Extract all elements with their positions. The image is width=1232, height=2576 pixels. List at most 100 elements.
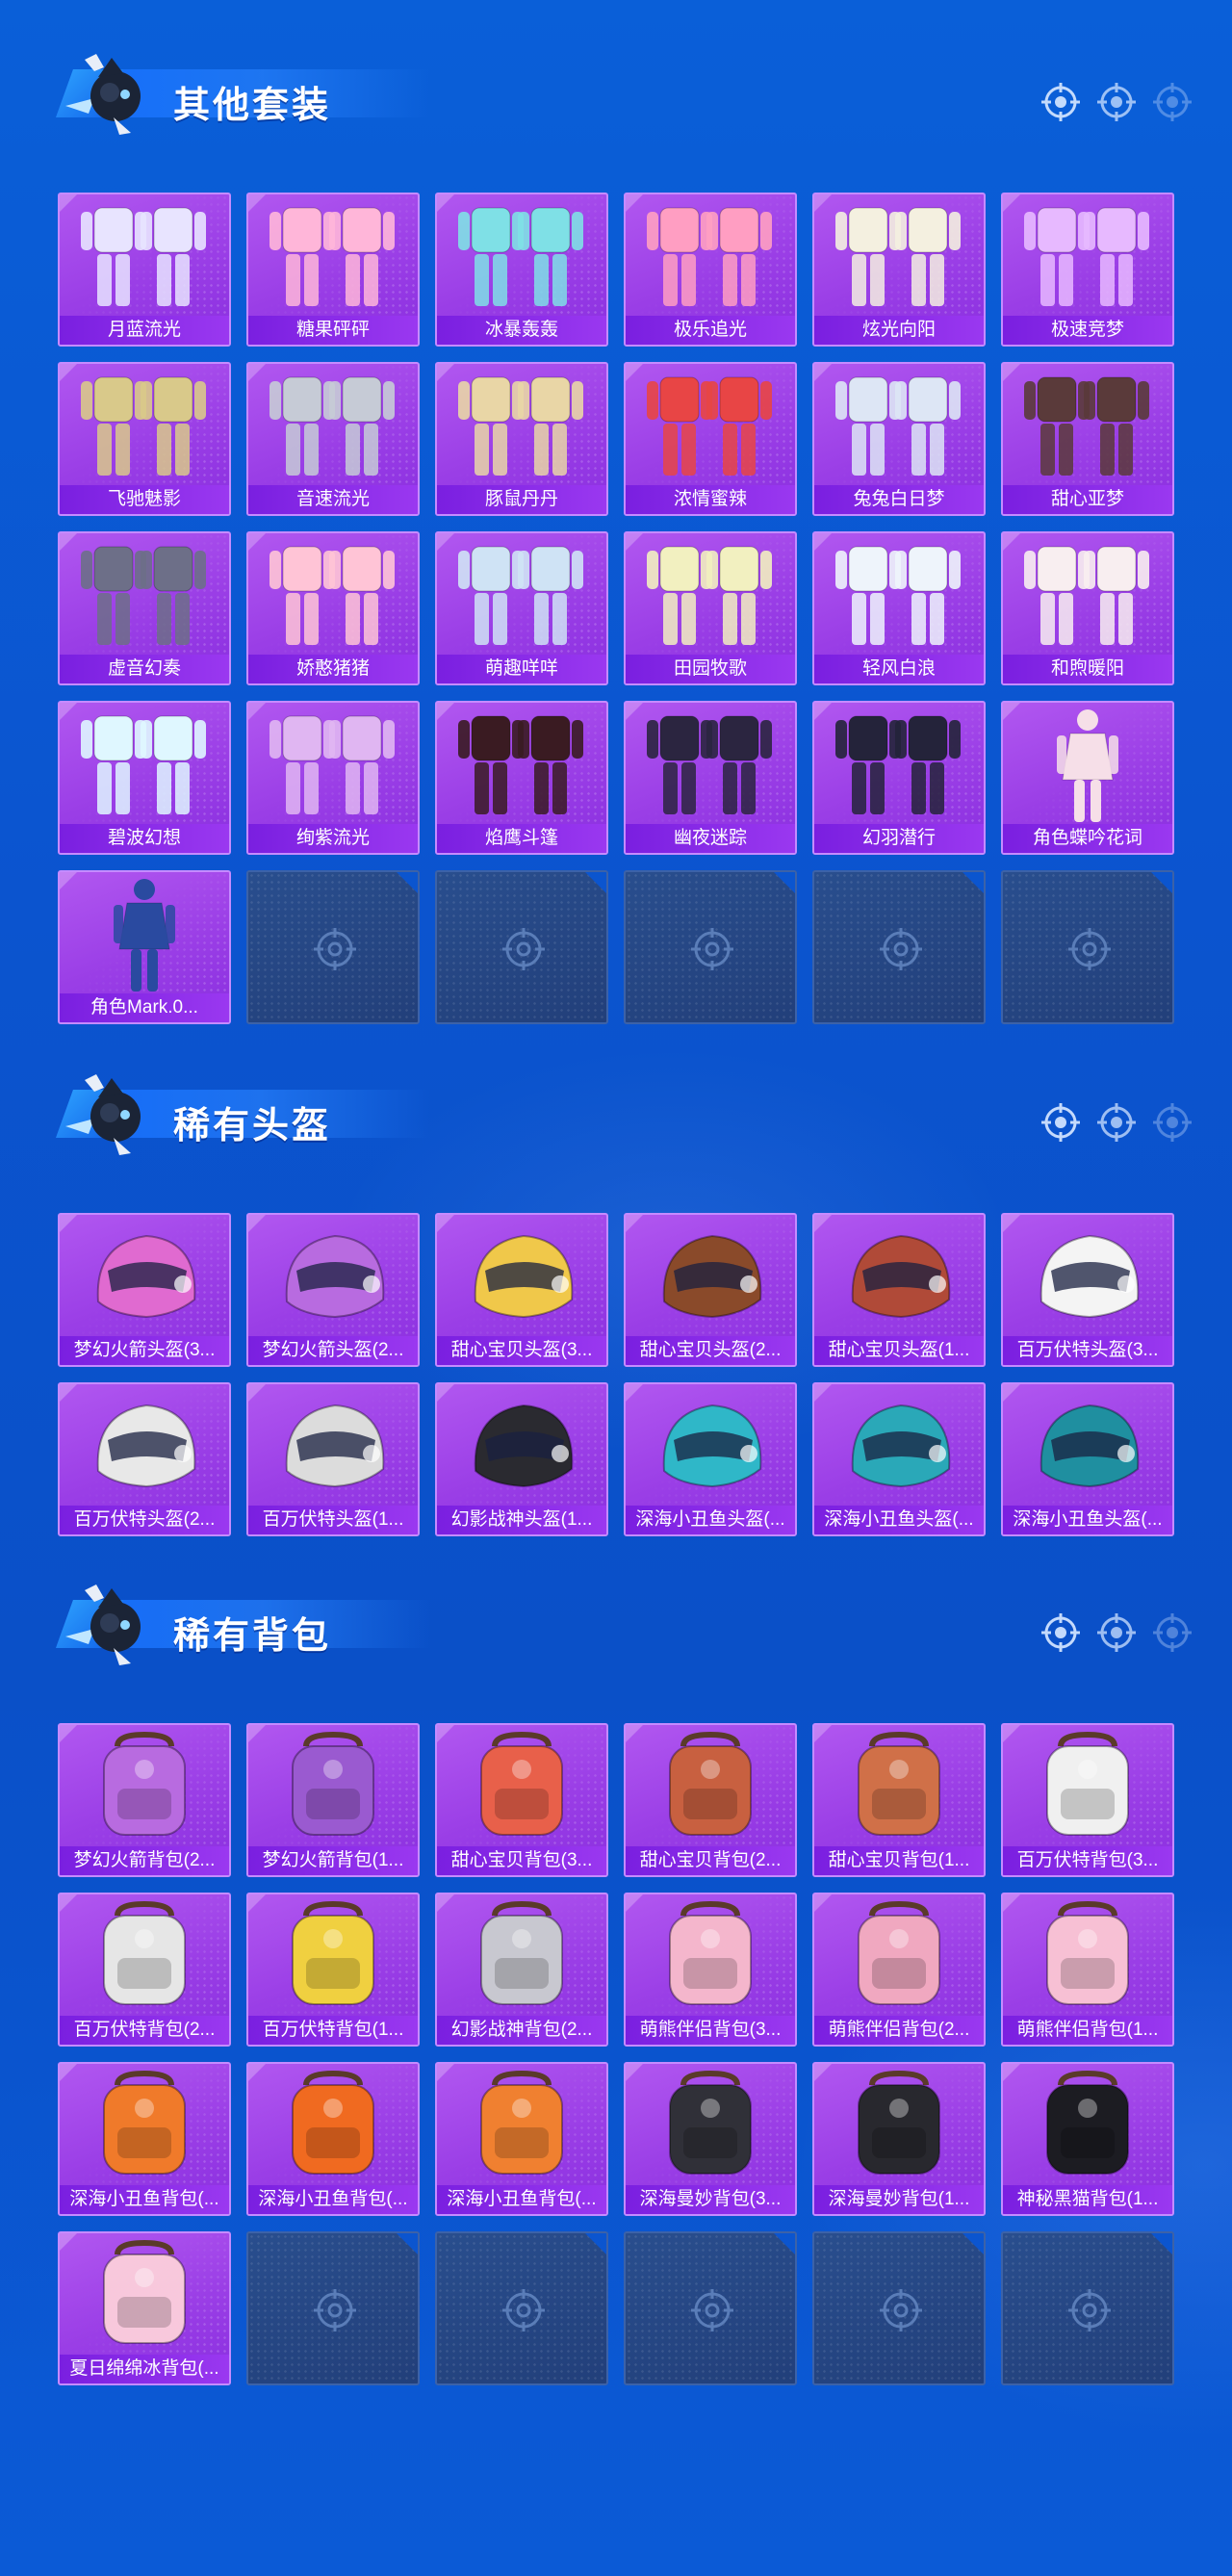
item-card[interactable]: 幻影战神头盔(1... (435, 1382, 608, 1536)
helmet-icon (437, 1215, 606, 1336)
item-card[interactable]: 梦幻火箭头盔(3... (58, 1213, 231, 1367)
item-card[interactable]: 碧波幻想 (58, 701, 231, 855)
item-label: 深海小丑鱼背包(... (60, 2185, 229, 2214)
outfit-icon (248, 364, 418, 485)
helmet-icon (626, 1384, 795, 1506)
item-card[interactable]: 深海小丑鱼头盔(... (812, 1382, 986, 1536)
item-card[interactable]: 神秘黑猫背包(1... (1001, 2062, 1174, 2216)
item-label: 萌趣咩咩 (437, 655, 606, 683)
outfit-icon (814, 533, 984, 655)
item-card[interactable]: 百万伏特头盔(3... (1001, 1213, 1174, 1367)
item-card[interactable]: 深海曼妙背包(3... (624, 2062, 797, 2216)
item-card[interactable]: 田园牧歌 (624, 531, 797, 685)
slot-corner (585, 2233, 606, 2254)
item-card[interactable]: 萌熊伴侣背包(1... (1001, 1893, 1174, 2047)
item-card[interactable]: 梦幻火箭背包(2... (58, 1723, 231, 1877)
item-card[interactable]: 深海小丑鱼头盔(... (1001, 1382, 1174, 1536)
item-label: 焰鹰斗篷 (437, 824, 606, 853)
character-icon (1003, 703, 1172, 824)
slot-corner (1151, 872, 1172, 893)
backpack-icon (814, 2064, 984, 2185)
item-label: 梦幻火箭头盔(3... (60, 1336, 229, 1365)
empty-slot (1001, 870, 1174, 1024)
outfit-icon (248, 533, 418, 655)
empty-slot (1001, 2231, 1174, 2385)
empty-slot (812, 870, 986, 1024)
item-card[interactable]: 角色蝶吟花词 (1001, 701, 1174, 855)
item-card[interactable]: 深海小丑鱼头盔(... (624, 1382, 797, 1536)
item-card[interactable]: 焰鹰斗篷 (435, 701, 608, 855)
item-card[interactable]: 糖果砰砰 (246, 193, 420, 347)
item-card[interactable]: 甜心亚梦 (1001, 362, 1174, 516)
helmet-icon (814, 1384, 984, 1506)
item-label: 碧波幻想 (60, 824, 229, 853)
item-card[interactable]: 极速竞梦 (1001, 193, 1174, 347)
item-card[interactable]: 角色Mark.0... (58, 870, 231, 1024)
crosshair-icon (312, 2287, 358, 2333)
item-card[interactable]: 萌熊伴侣背包(3... (624, 1893, 797, 2047)
section-header: 其他套装 (27, 46, 431, 139)
item-card[interactable]: 飞驰魅影 (58, 362, 231, 516)
item-card[interactable]: 夏日绵绵冰背包(... (58, 2231, 231, 2385)
item-card[interactable]: 甜心宝贝头盔(2... (624, 1213, 797, 1367)
item-card[interactable]: 萌熊伴侣背包(2... (812, 1893, 986, 2047)
item-card[interactable]: 绚紫流光 (246, 701, 420, 855)
item-card[interactable]: 梦幻火箭头盔(2... (246, 1213, 420, 1367)
item-card[interactable]: 冰暴轰轰 (435, 193, 608, 347)
outfit-icon (626, 364, 795, 485)
item-card[interactable]: 甜心宝贝头盔(3... (435, 1213, 608, 1367)
item-card[interactable]: 和煦暖阳 (1001, 531, 1174, 685)
item-card[interactable]: 深海小丑鱼背包(... (435, 2062, 608, 2216)
outfit-icon (814, 703, 984, 824)
crosshair-icon (689, 926, 735, 972)
item-card[interactable]: 百万伏特背包(3... (1001, 1723, 1174, 1877)
empty-slot (246, 870, 420, 1024)
item-card[interactable]: 百万伏特头盔(1... (246, 1382, 420, 1536)
item-card[interactable]: 甜心宝贝头盔(1... (812, 1213, 986, 1367)
item-label: 梦幻火箭头盔(2... (248, 1336, 418, 1365)
item-card[interactable]: 甜心宝贝背包(2... (624, 1723, 797, 1877)
item-label: 月蓝流光 (60, 316, 229, 345)
item-card[interactable]: 百万伏特背包(1... (246, 1893, 420, 2047)
item-card[interactable]: 深海小丑鱼背包(... (58, 2062, 231, 2216)
item-card[interactable]: 极乐追光 (624, 193, 797, 347)
backpack-icon (248, 1894, 418, 2016)
item-label: 糖果砰砰 (248, 316, 418, 345)
item-card[interactable]: 幻影战神背包(2... (435, 1893, 608, 2047)
item-card[interactable]: 甜心宝贝背包(1... (812, 1723, 986, 1877)
item-card[interactable]: 深海曼妙背包(1... (812, 2062, 986, 2216)
item-card[interactable]: 深海小丑鱼背包(... (246, 2062, 420, 2216)
crosshair-deco-icon (1041, 83, 1195, 121)
backpack-icon (437, 1894, 606, 2016)
item-card[interactable]: 兔兔白日梦 (812, 362, 986, 516)
item-card[interactable]: 音速流光 (246, 362, 420, 516)
outfit-icon (626, 533, 795, 655)
item-card[interactable]: 月蓝流光 (58, 193, 231, 347)
outfit-icon (248, 194, 418, 316)
backpack-icon (248, 1725, 418, 1846)
empty-slot (246, 2231, 420, 2385)
item-card[interactable]: 百万伏特头盔(2... (58, 1382, 231, 1536)
item-card[interactable]: 虚音幻奏 (58, 531, 231, 685)
item-label: 百万伏特背包(2... (60, 2016, 229, 2045)
item-card[interactable]: 轻风白浪 (812, 531, 986, 685)
item-card[interactable]: 豚鼠丹丹 (435, 362, 608, 516)
helmet-icon (1003, 1215, 1172, 1336)
item-card[interactable]: 甜心宝贝背包(3... (435, 1723, 608, 1877)
item-label: 绚紫流光 (248, 824, 418, 853)
outfit-icon (1003, 533, 1172, 655)
item-label: 百万伏特头盔(3... (1003, 1336, 1172, 1365)
item-card[interactable]: 幻羽潜行 (812, 701, 986, 855)
item-card[interactable]: 浓情蜜辣 (624, 362, 797, 516)
backpack-icon (248, 2064, 418, 2185)
item-card[interactable]: 萌趣咩咩 (435, 531, 608, 685)
item-card[interactable]: 幽夜迷踪 (624, 701, 797, 855)
item-label: 深海小丑鱼背包(... (437, 2185, 606, 2214)
item-card[interactable]: 梦幻火箭背包(1... (246, 1723, 420, 1877)
item-card[interactable]: 炫光向阳 (812, 193, 986, 347)
empty-slot (624, 2231, 797, 2385)
item-card[interactable]: 百万伏特背包(2... (58, 1893, 231, 2047)
empty-slot (435, 870, 608, 1024)
backpack-icon (60, 1725, 229, 1846)
item-card[interactable]: 娇憨猪猪 (246, 531, 420, 685)
